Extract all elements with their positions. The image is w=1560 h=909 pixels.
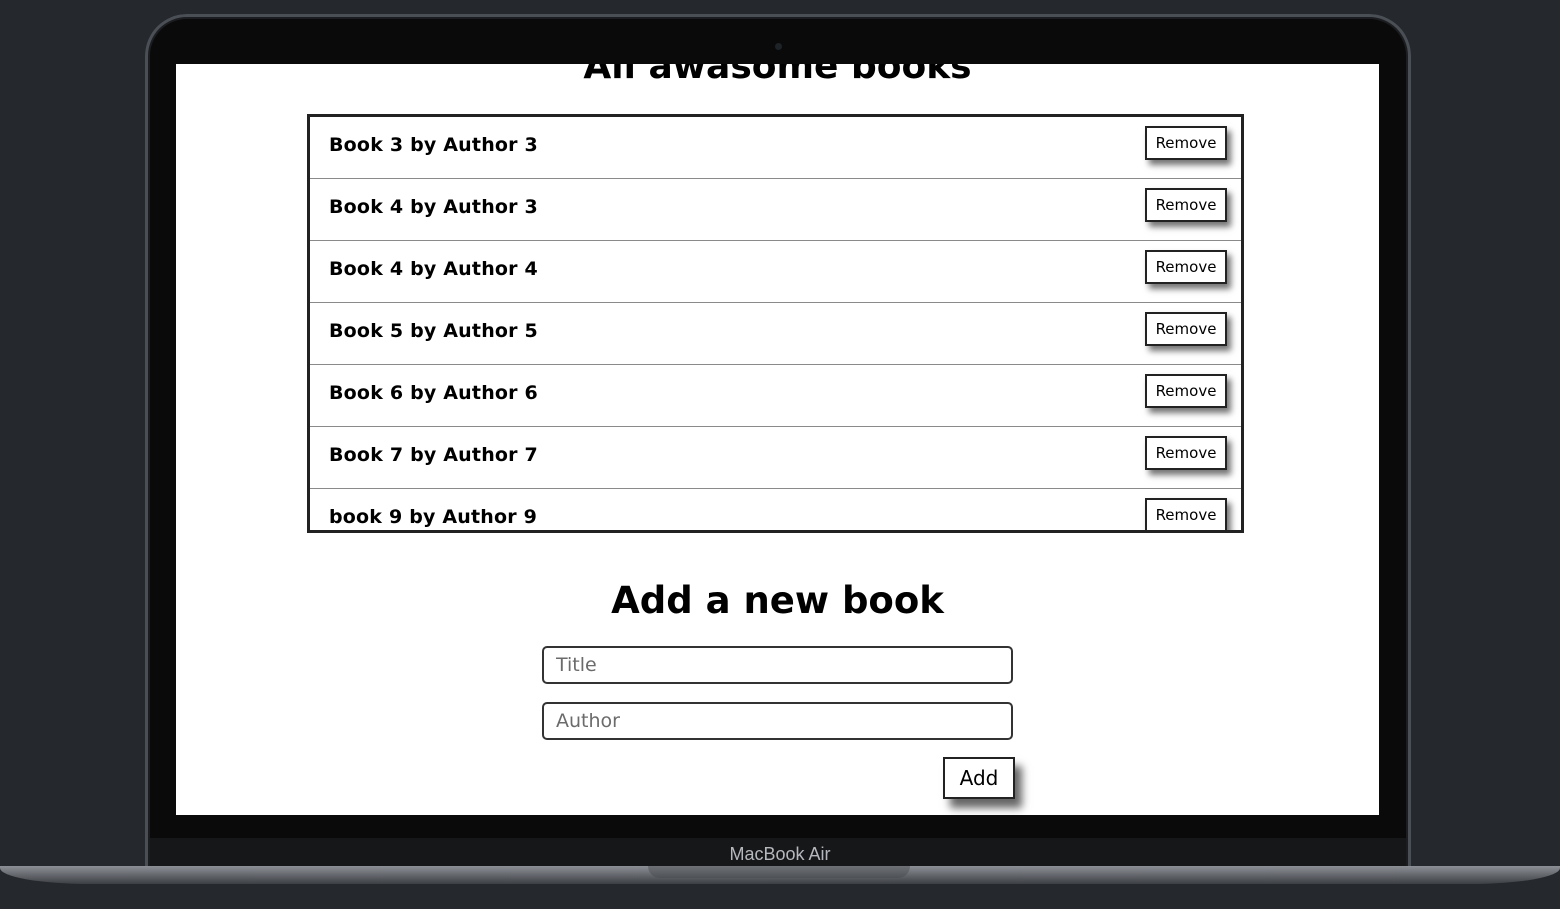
list-item: book 9 by Author 9 Remove — [310, 489, 1241, 530]
remove-button[interactable]: Remove — [1145, 188, 1227, 222]
list-item: Book 4 by Author 4 Remove — [310, 241, 1241, 303]
book-text: Book 4 by Author 3 — [329, 196, 538, 218]
remove-button[interactable]: Remove — [1145, 498, 1227, 530]
page-title: All awasome books — [583, 64, 972, 87]
remove-button[interactable]: Remove — [1145, 250, 1227, 284]
remove-button[interactable]: Remove — [1145, 436, 1227, 470]
author-input[interactable] — [542, 702, 1013, 740]
camera-icon — [775, 43, 782, 50]
list-item: Book 7 by Author 7 Remove — [310, 427, 1241, 489]
book-list[interactable]: Book 3 by Author 3 Remove Book 4 by Auth… — [307, 114, 1244, 533]
add-button[interactable]: Add — [943, 757, 1015, 799]
list-item: Book 3 by Author 3 Remove — [310, 117, 1241, 179]
list-item: Book 5 by Author 5 Remove — [310, 303, 1241, 365]
book-text: Book 3 by Author 3 — [329, 134, 538, 156]
book-text: Book 5 by Author 5 — [329, 320, 538, 342]
list-item: Book 4 by Author 3 Remove — [310, 179, 1241, 241]
browser-viewport: All awasome books Book 3 by Author 3 Rem… — [176, 64, 1379, 815]
remove-button[interactable]: Remove — [1145, 374, 1227, 408]
title-input[interactable] — [542, 646, 1013, 684]
device-label: MacBook Air — [729, 844, 831, 864]
book-text: Book 4 by Author 4 — [329, 258, 538, 280]
book-text: Book 6 by Author 6 — [329, 382, 538, 404]
laptop-notch — [648, 866, 910, 878]
book-text: Book 7 by Author 7 — [329, 444, 538, 466]
remove-button[interactable]: Remove — [1145, 126, 1227, 160]
list-item: Book 6 by Author 6 Remove — [310, 365, 1241, 427]
remove-button[interactable]: Remove — [1145, 312, 1227, 346]
book-text: book 9 by Author 9 — [329, 506, 538, 528]
add-book-heading: Add a new book — [611, 579, 944, 622]
